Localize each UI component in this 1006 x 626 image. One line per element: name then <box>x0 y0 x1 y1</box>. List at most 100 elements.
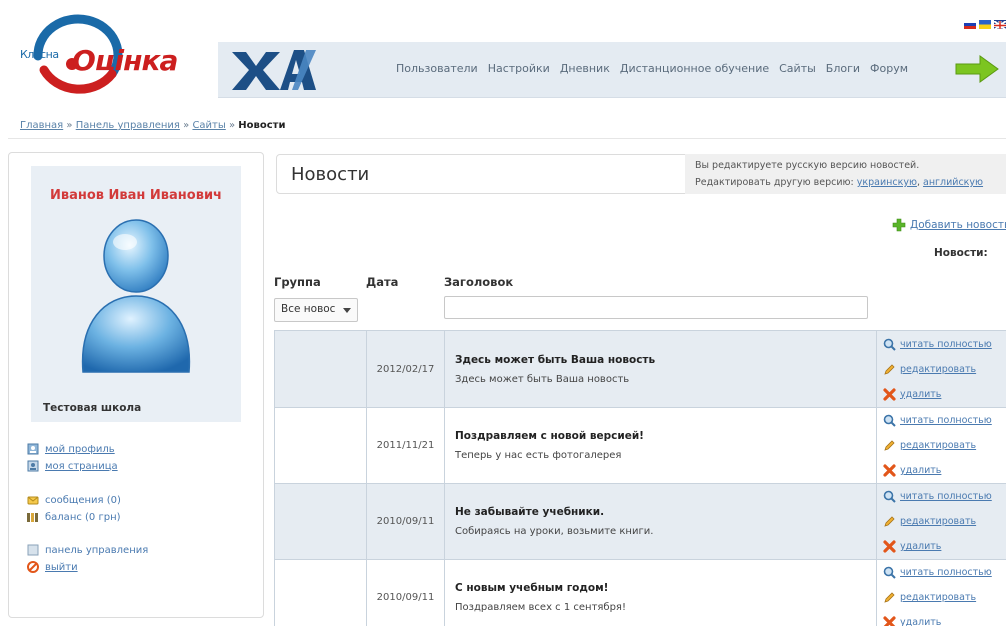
user-avatar-icon <box>81 219 191 373</box>
table-row: 2011/11/21 Поздравляем с новой версией! … <box>274 407 1006 484</box>
english-flag-icon[interactable] <box>994 20 1006 29</box>
read-more-action[interactable]: читать полностью <box>883 485 1006 510</box>
sidebar-item-my-page[interactable]: моя страница <box>27 460 118 472</box>
profile-card: Иванов Иван Иванович Тестовая школа <box>31 166 241 422</box>
breadcrumb-control-panel[interactable]: Панель управления <box>76 120 180 131</box>
main-menu: Пользователи Настройки Дневник Дистанцио… <box>396 62 908 75</box>
read-more-link[interactable]: читать полностью <box>900 339 992 350</box>
add-news-link[interactable]: Добавить новость <box>910 219 1006 231</box>
sidebar-item-logout[interactable]: выйти <box>27 561 78 573</box>
ukrainian-flag-icon[interactable] <box>979 20 991 29</box>
delete-link[interactable]: удалить <box>900 541 941 552</box>
breadcrumb-separator: » <box>183 120 190 131</box>
top-navigation-bar: Пользователи Настройки Дневник Дистанцио… <box>218 42 1006 98</box>
news-title: Здесь может быть Ваша новость <box>455 353 656 366</box>
profile-icon <box>27 443 39 455</box>
cell-group <box>274 559 367 626</box>
sidebar-item-label[interactable]: выйти <box>45 562 78 573</box>
sidebar-item-control-panel[interactable]: панель управления <box>27 544 148 556</box>
sidebar-item-label[interactable]: панель управления <box>45 545 148 556</box>
sidebar-item-messages[interactable]: сообщения (0) <box>27 494 121 506</box>
next-arrow-icon[interactable] <box>954 54 1000 84</box>
breadcrumb-current: Новости <box>238 120 286 131</box>
logout-icon <box>27 561 39 573</box>
edit-link[interactable]: редактировать <box>900 364 976 375</box>
edit-link[interactable]: редактировать <box>900 516 976 527</box>
read-more-action[interactable]: читать полностью <box>883 332 1006 357</box>
breadcrumb: Главная » Панель управления » Сайты » Но… <box>20 120 285 131</box>
news-summary: Собираясь на уроки, возьмите книги. <box>455 526 654 537</box>
sidebar-item-label[interactable]: мой профиль <box>45 444 115 455</box>
breadcrumb-separator: » <box>228 120 236 131</box>
edit-english-link[interactable]: английскую <box>923 177 983 188</box>
read-more-link[interactable]: читать полностью <box>900 415 992 426</box>
delete-link[interactable]: удалить <box>900 465 941 476</box>
breadcrumb-sites[interactable]: Сайты <box>192 120 225 131</box>
delete-action[interactable]: удалить <box>883 382 1006 407</box>
cell-group <box>274 483 367 560</box>
menu-item-blogs[interactable]: Блоги <box>826 62 860 75</box>
sidebar-item-label[interactable]: моя страница <box>45 461 118 472</box>
cell-date: 2010/09/11 <box>366 559 445 626</box>
edit-action[interactable]: редактировать <box>883 433 1006 458</box>
read-more-link[interactable]: читать полностью <box>900 491 992 502</box>
logo-text-small: Класна <box>20 48 59 61</box>
cell-date: 2010/09/11 <box>366 483 445 560</box>
delete-x-icon <box>883 540 896 553</box>
breadcrumb-home[interactable]: Главная <box>20 120 63 131</box>
edit-link[interactable]: редактировать <box>900 592 976 603</box>
add-news-button[interactable]: Добавить новость <box>892 218 1006 232</box>
menu-item-sites[interactable]: Сайты <box>779 62 816 75</box>
delete-action[interactable]: удалить <box>883 610 1006 626</box>
delete-action[interactable]: удалить <box>883 534 1006 559</box>
read-more-action[interactable]: читать полностью <box>883 409 1006 434</box>
site-logo[interactable]: Класна Оцінка <box>8 8 208 100</box>
edit-action[interactable]: редактировать <box>883 509 1006 534</box>
panel-icon <box>27 544 39 556</box>
sidebar-item-label[interactable]: сообщения (0) <box>45 495 121 506</box>
russian-flag-icon[interactable] <box>964 20 976 29</box>
sidebar-item-label[interactable]: баланс (0 грн) <box>45 512 121 523</box>
sidebar-item-my-profile[interactable]: мой профиль <box>27 443 115 455</box>
cell-actions: читать полностью редактировать удалить <box>876 559 1006 626</box>
column-label-group: Группа <box>274 275 321 289</box>
xai-logo-icon <box>232 50 316 90</box>
menu-item-users[interactable]: Пользователи <box>396 62 478 75</box>
logo-text-big: Оцінка <box>72 44 178 77</box>
sidebar: Иванов Иван Иванович Тестовая школа мой … <box>8 152 264 618</box>
title-filter-input[interactable] <box>444 296 868 319</box>
read-more-action[interactable]: читать полностью <box>883 561 1006 586</box>
menu-item-diary[interactable]: Дневник <box>560 62 610 75</box>
read-more-link[interactable]: читать полностью <box>900 567 992 578</box>
delete-link[interactable]: удалить <box>900 389 941 400</box>
cell-actions: читать полностью редактировать удалить <box>876 407 1006 484</box>
magnifier-icon <box>883 490 896 503</box>
language-note-line2: Редактировать другую версию: украинскую,… <box>695 177 984 188</box>
magnifier-icon <box>883 338 896 351</box>
cell-actions: читать полностью редактировать удалить <box>876 483 1006 560</box>
language-note: Вы редактируете русскую версию новостей.… <box>685 154 1006 194</box>
cell-date: 2012/02/17 <box>366 330 445 408</box>
language-switcher <box>964 20 1006 29</box>
wallet-icon <box>27 513 38 522</box>
group-filter-select[interactable]: Все новос <box>274 298 358 322</box>
cell-title: Не забывайте учебники. Собираясь на урок… <box>444 483 877 560</box>
edit-action[interactable]: редактировать <box>883 585 1006 610</box>
page-icon <box>27 460 39 472</box>
sidebar-item-balance[interactable]: баланс (0 грн) <box>27 511 121 523</box>
delete-action[interactable]: удалить <box>883 458 1006 483</box>
menu-item-settings[interactable]: Настройки <box>488 62 550 75</box>
plus-icon <box>892 218 906 232</box>
menu-item-forum[interactable]: Форум <box>870 62 908 75</box>
menu-item-distance-learning[interactable]: Дистанционное обучение <box>620 62 769 75</box>
news-count-label: Новости: <box>934 247 988 259</box>
magnifier-icon <box>883 566 896 579</box>
delete-link[interactable]: удалить <box>900 617 941 626</box>
user-name[interactable]: Иванов Иван Иванович <box>31 188 241 203</box>
edit-action[interactable]: редактировать <box>883 357 1006 382</box>
pencil-icon <box>884 440 895 451</box>
column-label-title: Заголовок <box>444 275 514 289</box>
edit-link[interactable]: редактировать <box>900 440 976 451</box>
cell-date: 2011/11/21 <box>366 407 445 484</box>
edit-ukrainian-link[interactable]: украинскую <box>857 177 917 188</box>
